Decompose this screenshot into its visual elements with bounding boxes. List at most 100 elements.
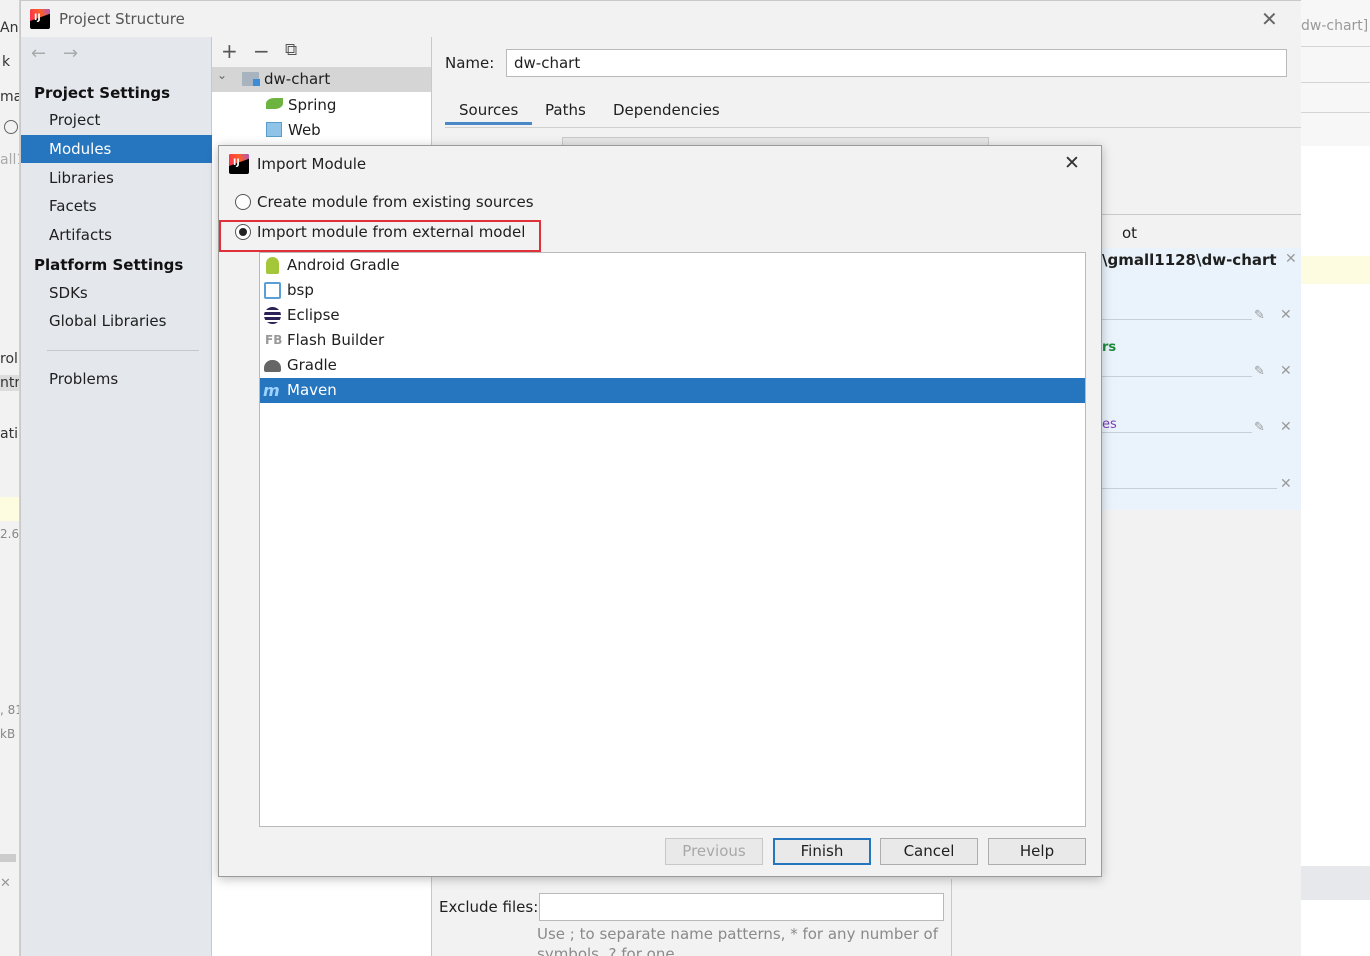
forward-arrow-icon[interactable]: → xyxy=(63,43,78,64)
tab-dependencies[interactable]: Dependencies xyxy=(599,95,734,125)
exclude-files-section: Exclude files: Use ; to separate name pa… xyxy=(432,879,952,956)
tree-node-spring[interactable]: Spring xyxy=(212,92,431,117)
bsp-icon xyxy=(264,282,281,299)
sidebar-item-facets[interactable]: Facets xyxy=(21,192,212,220)
background-text-fragment: ntro xyxy=(0,375,19,391)
sidebar-item-sdks[interactable]: SDKs xyxy=(21,279,212,307)
dialog-close-icon[interactable]: ✕ xyxy=(1064,152,1080,174)
list-item-label: Android Gradle xyxy=(287,256,400,274)
tree-node-web[interactable]: Web xyxy=(212,117,431,142)
option-label: Create module from existing sources xyxy=(257,193,534,211)
background-ide-left-strip: Ana k ma all1 roll ntro ati 2.69 , 81 kB… xyxy=(0,0,20,956)
list-item-android-gradle[interactable]: Android Gradle xyxy=(260,253,1085,278)
background-text-fragment: k xyxy=(2,54,11,70)
exclude-files-label: Exclude files: xyxy=(439,898,539,916)
remove-icon[interactable]: − xyxy=(253,39,270,63)
background-highlight xyxy=(1301,256,1370,284)
external-model-list[interactable]: Android Gradle bsp Eclipse FB Flash Buil… xyxy=(259,252,1086,827)
sidebar-item-project[interactable]: Project xyxy=(21,106,212,134)
content-root-caption: ot xyxy=(1122,224,1138,242)
web-facet-icon xyxy=(266,122,282,137)
sidebar-item-problems[interactable]: Problems xyxy=(21,365,212,393)
list-item-label: Gradle xyxy=(287,356,337,374)
list-item-gradle[interactable]: Gradle xyxy=(260,353,1085,378)
sidebar-item-label: Libraries xyxy=(49,169,114,187)
edit-pencil-icon[interactable]: ✎ xyxy=(1254,364,1265,379)
intellij-logo-icon xyxy=(30,9,50,29)
list-item-bsp[interactable]: bsp xyxy=(260,278,1085,303)
folder-type-label: es xyxy=(1102,417,1117,432)
tree-node-root[interactable]: ⌄ dw-chart xyxy=(212,67,431,92)
background-globe-icon xyxy=(4,120,18,134)
remove-folder-icon[interactable]: ✕ xyxy=(1280,476,1292,492)
gradle-elephant-icon xyxy=(264,360,281,372)
import-module-dialog: Import Module ✕ Create module from exist… xyxy=(218,145,1102,877)
remove-folder-icon[interactable]: ✕ xyxy=(1280,307,1292,323)
background-panel xyxy=(1301,866,1370,900)
tab-sources[interactable]: Sources xyxy=(445,95,533,125)
field-divider xyxy=(1102,488,1277,489)
title-bar: Project Structure ✕ xyxy=(21,1,1301,37)
remove-folder-icon[interactable]: ✕ xyxy=(1280,363,1292,379)
sidebar-item-label: Modules xyxy=(49,140,112,158)
list-item-maven[interactable]: m Maven xyxy=(260,378,1085,403)
remove-root-icon[interactable]: ✕ xyxy=(1285,251,1297,267)
platform-settings-heading: Platform Settings xyxy=(34,256,184,274)
help-button[interactable]: Help xyxy=(988,838,1086,865)
radio-existing-sources[interactable] xyxy=(235,194,251,210)
background-divider xyxy=(1301,46,1370,47)
finish-button[interactable]: Finish xyxy=(773,838,871,865)
remove-folder-icon[interactable]: ✕ xyxy=(1280,419,1292,435)
content-root-path: \gmall1128\dw-chart xyxy=(1102,251,1277,269)
module-name-field[interactable]: dw-chart xyxy=(506,49,1287,77)
sidebar-item-label: Problems xyxy=(49,370,119,388)
add-icon[interactable]: + xyxy=(221,39,238,63)
sidebar-item-label: Artifacts xyxy=(49,226,112,244)
background-text-fragment: kB xyxy=(0,727,16,741)
tree-toolbar: + − ⧉ xyxy=(212,37,431,67)
list-item-label: Eclipse xyxy=(287,306,340,324)
tab-label: Sources xyxy=(459,101,519,119)
chevron-down-icon[interactable]: ⌄ xyxy=(217,68,227,82)
sidebar-item-label: Facets xyxy=(49,197,97,215)
sidebar-item-modules[interactable]: Modules xyxy=(21,135,212,163)
background-text-fragment: all1 xyxy=(0,152,19,168)
field-divider xyxy=(1102,432,1252,433)
window-close-icon[interactable]: ✕ xyxy=(1261,7,1278,31)
sidebar-item-label: SDKs xyxy=(49,284,88,302)
sidebar-item-label: Project xyxy=(49,111,101,129)
eclipse-icon xyxy=(264,307,281,324)
list-item-label: Flash Builder xyxy=(287,331,385,349)
intellij-logo-icon xyxy=(229,154,249,174)
background-text-fragment: ma xyxy=(0,89,20,105)
tree-node-label: Web xyxy=(288,121,321,139)
edit-pencil-icon[interactable]: ✎ xyxy=(1254,420,1265,435)
field-divider xyxy=(1102,319,1252,320)
android-icon xyxy=(266,257,279,274)
previous-button[interactable]: Previous xyxy=(665,838,763,865)
window-title: Project Structure xyxy=(59,10,185,28)
background-divider xyxy=(1301,112,1370,113)
sidebar-divider xyxy=(47,350,199,351)
edit-pencil-icon[interactable]: ✎ xyxy=(1254,308,1265,323)
list-item-label: bsp xyxy=(287,281,314,299)
settings-sidebar: ← → Project Settings Project Modules Lib… xyxy=(21,37,212,956)
back-arrow-icon[interactable]: ← xyxy=(31,43,46,64)
spring-leaf-icon xyxy=(266,98,283,109)
project-settings-heading: Project Settings xyxy=(34,84,171,102)
copy-icon[interactable]: ⧉ xyxy=(285,40,297,60)
background-text-fragment: dw-chart] xyxy=(1301,18,1369,34)
list-item-eclipse[interactable]: Eclipse xyxy=(260,303,1085,328)
background-text-fragment: , 81 xyxy=(0,703,19,717)
sidebar-item-global-libraries[interactable]: Global Libraries xyxy=(21,307,212,335)
tab-paths[interactable]: Paths xyxy=(531,95,600,125)
exclude-hint: symbols, ? for one. xyxy=(537,945,680,956)
option-existing-sources[interactable]: Create module from existing sources xyxy=(235,192,555,214)
sidebar-item-artifacts[interactable]: Artifacts xyxy=(21,221,212,249)
tab-label: Paths xyxy=(545,101,586,119)
list-item-flash-builder[interactable]: FB Flash Builder xyxy=(260,328,1085,353)
dialog-title: Import Module xyxy=(257,155,367,173)
sidebar-item-libraries[interactable]: Libraries xyxy=(21,164,212,192)
cancel-button[interactable]: Cancel xyxy=(880,838,978,865)
exclude-files-field[interactable] xyxy=(539,893,944,921)
